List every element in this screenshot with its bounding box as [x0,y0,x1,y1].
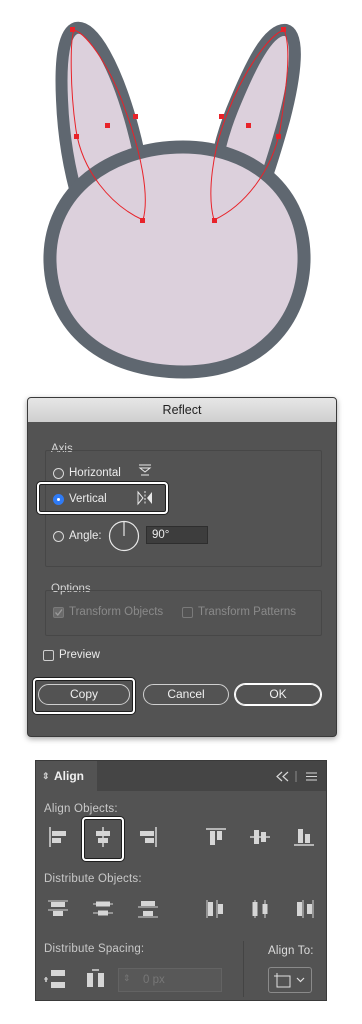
distribute-objects-label: Distribute Objects: [44,873,142,885]
align-to-dropdown[interactable] [268,967,312,993]
transform-objects-label: Transform Objects [69,606,164,618]
reflect-dialog: Reflect Axis Horizontal Vertical Angle: … [27,397,337,737]
spacing-input[interactable]: ⇕ 0 px [118,968,222,992]
vertical-distribute-center-icon[interactable] [89,897,117,921]
vertical-distribute-space-icon[interactable] [42,967,70,991]
panel-menu-icon[interactable] [306,772,317,781]
vertical-distribute-top-icon[interactable] [44,897,72,921]
copy-button[interactable]: Copy [38,684,130,705]
transform-objects-checkbox[interactable] [53,607,64,618]
angle-radio[interactable] [53,531,64,542]
bunny-head[interactable] [43,140,311,379]
vertical-align-center-icon[interactable] [246,825,274,849]
align-tab[interactable]: ⇕ Align [36,761,97,791]
transform-patterns-checkbox[interactable] [182,607,193,618]
horizontal-distribute-space-icon[interactable] [82,967,110,991]
horizontal-align-right-icon[interactable] [134,825,162,849]
horizontal-align-left-icon[interactable] [44,825,72,849]
horizontal-distribute-left-icon[interactable] [202,897,230,921]
angle-input[interactable]: 90° [146,526,208,544]
horizontal-distribute-center-icon[interactable] [246,897,274,921]
vertical-align-bottom-icon[interactable] [290,825,318,849]
align-objects-label: Align Objects: [44,803,118,815]
vertical-align-top-icon[interactable] [202,825,230,849]
horizontal-label[interactable]: Horizontal [69,467,121,479]
stepper-icon[interactable]: ⇕ [123,973,131,984]
collapse-icon[interactable] [276,771,289,782]
reflect-vertical-icon [137,490,152,506]
vertical-label[interactable]: Vertical [69,493,107,505]
vertical-distribute-bottom-icon[interactable] [134,897,162,921]
vertical-radio[interactable] [53,494,64,505]
angle-dial-icon[interactable] [108,520,140,552]
tab-updown-icon: ⇕ [42,771,50,781]
align-to-label: Align To: [268,945,314,957]
align-tab-label: Align [54,769,84,783]
angle-value: 90° [152,529,170,541]
horizontal-radio[interactable] [53,468,64,479]
bunny-artwork[interactable] [0,0,362,390]
horizontal-align-center-icon[interactable] [89,825,117,849]
transform-patterns-label: Transform Patterns [198,606,296,618]
distribute-spacing-label: Distribute Spacing: [44,943,145,955]
horizontal-distribute-right-icon[interactable] [290,897,318,921]
reflect-horizontal-icon [138,464,152,476]
preview-label[interactable]: Preview [59,649,100,661]
cancel-button[interactable]: Cancel [143,684,229,705]
preview-checkbox[interactable] [43,650,54,661]
align-panel: ⇕ Align Align Objects: Distribute Object… [35,760,327,1001]
panel-menu-controls [276,771,317,782]
ok-button[interactable]: OK [235,684,321,705]
panel-divider [243,941,244,997]
align-to-artboard-icon [274,973,305,988]
spacing-value: 0 px [143,974,165,986]
angle-label[interactable]: Angle: [69,530,102,542]
dialog-title: Reflect [28,398,336,422]
